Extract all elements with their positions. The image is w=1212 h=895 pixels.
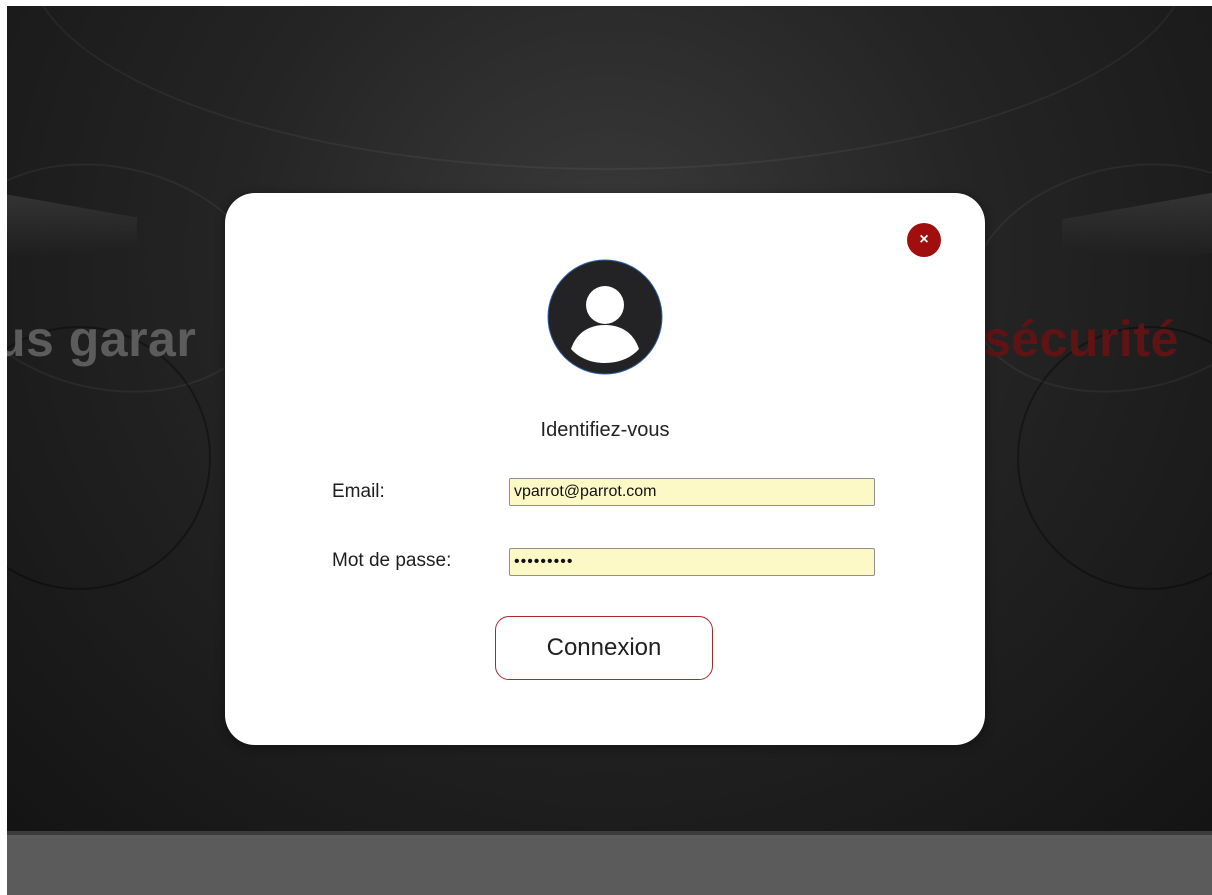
modal-title: Identifiez-vous: [540, 419, 670, 441]
close-icon: ×: [919, 231, 929, 248]
password-field[interactable]: [509, 548, 875, 576]
car-hood-outline: [27, 6, 1191, 170]
email-field[interactable]: [509, 478, 875, 506]
footer-bar: [7, 831, 1212, 895]
login-modal: × Identifiez-vous Email: Mot de passe: C…: [225, 193, 985, 745]
password-label: Mot de passe:: [332, 550, 452, 571]
user-avatar-icon: [547, 259, 663, 375]
email-label: Email:: [332, 481, 385, 502]
login-button[interactable]: Connexion: [495, 616, 713, 680]
login-page: us garar sécurité × Identifiez-vous Emai…: [0, 0, 1212, 895]
hero-headline-right: sécurité: [983, 311, 1179, 367]
close-button[interactable]: ×: [907, 223, 941, 257]
hero-headline-left: us garar: [7, 310, 196, 368]
hero-headline-left-text: us garar: [7, 311, 197, 367]
